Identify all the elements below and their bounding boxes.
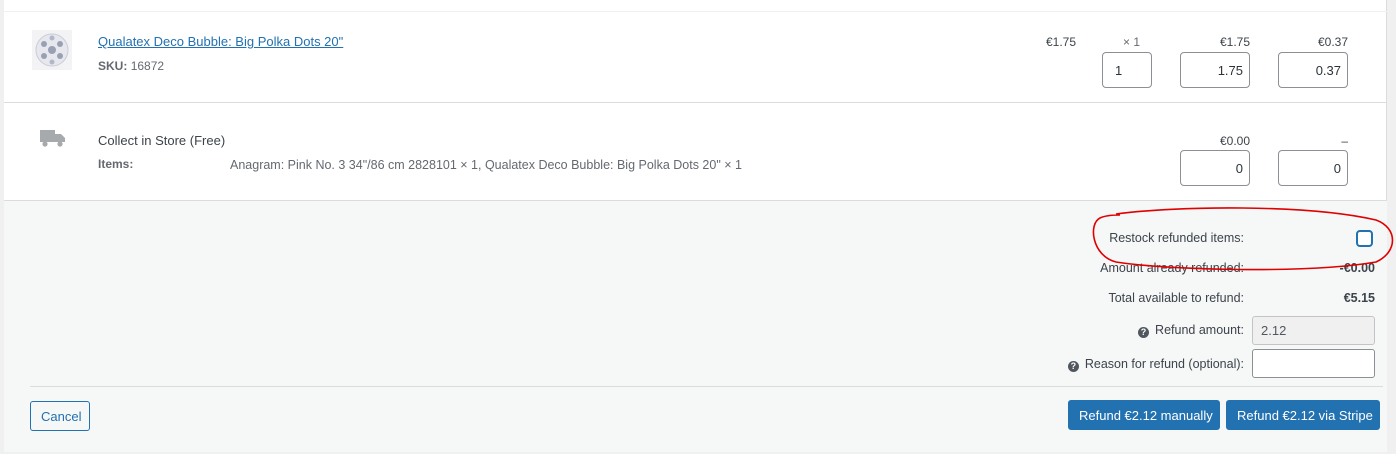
shipping-items-label: Items: — [98, 157, 134, 171]
product-thumbnail — [32, 30, 72, 70]
sku-label: SKU: — [98, 59, 128, 73]
shipping-items-value: Anagram: Pink No. 3 34"/86 cm 2828101 × … — [230, 158, 742, 172]
refund-line-tax-input[interactable] — [1278, 52, 1348, 88]
row-divider — [4, 102, 1387, 103]
refund-manually-button[interactable]: Refund €2.12 manually — [1068, 400, 1220, 430]
refund-line-total-input[interactable] — [1180, 52, 1250, 88]
product-name-link[interactable]: Qualatex Deco Bubble: Big Polka Dots 20" — [98, 34, 343, 49]
refund-reason-input[interactable] — [1252, 349, 1375, 378]
sku-value: 16872 — [130, 59, 165, 73]
item-quantity: × 1 — [1122, 35, 1140, 49]
refund-shipping-total-input[interactable] — [1180, 150, 1250, 186]
restock-label: Restock refunded items: — [1109, 231, 1244, 245]
refund-amount-row-label: ? Refund amount: — [1004, 323, 1244, 338]
shipping-tax: – — [1341, 134, 1348, 148]
refund-shipping-tax-input[interactable] — [1278, 150, 1348, 186]
top-divider — [4, 11, 1387, 12]
truck-icon — [40, 130, 65, 147]
shipping-method-name: Collect in Store (Free) — [98, 133, 226, 148]
item-total: €1.75 — [1219, 35, 1250, 49]
item-tax: €0.37 — [1317, 35, 1348, 49]
available-to-refund-value: €5.15 — [1343, 291, 1375, 305]
footer-divider — [30, 386, 1383, 387]
item-cost: €1.75 — [1045, 35, 1076, 49]
refund-reason-row-label: ? Reason for refund (optional): — [1004, 357, 1244, 372]
already-refunded-value: -€0.00 — [1339, 261, 1375, 275]
refund-quantity-input[interactable] — [1102, 52, 1152, 88]
question-circle-icon[interactable]: ? — [1138, 327, 1150, 338]
refund-amount-label: Refund amount: — [1155, 323, 1244, 337]
shipping-total: €0.00 — [1219, 134, 1250, 148]
available-to-refund-label: Total available to refund: — [1108, 291, 1244, 305]
product-sku: SKU: 16872 — [98, 59, 164, 73]
refund-amount-input[interactable] — [1252, 316, 1375, 345]
refund-reason-label: Reason for refund (optional): — [1084, 357, 1244, 371]
cancel-button[interactable]: Cancel — [30, 401, 90, 431]
refund-via-stripe-button[interactable]: Refund €2.12 via Stripe — [1226, 400, 1380, 430]
already-refunded-label: Amount already refunded: — [1100, 261, 1244, 275]
order-items-panel: Qualatex Deco Bubble: Big Polka Dots 20"… — [4, 0, 1387, 452]
question-circle-icon[interactable]: ? — [1067, 361, 1079, 372]
restock-checkbox[interactable] — [1356, 230, 1373, 247]
